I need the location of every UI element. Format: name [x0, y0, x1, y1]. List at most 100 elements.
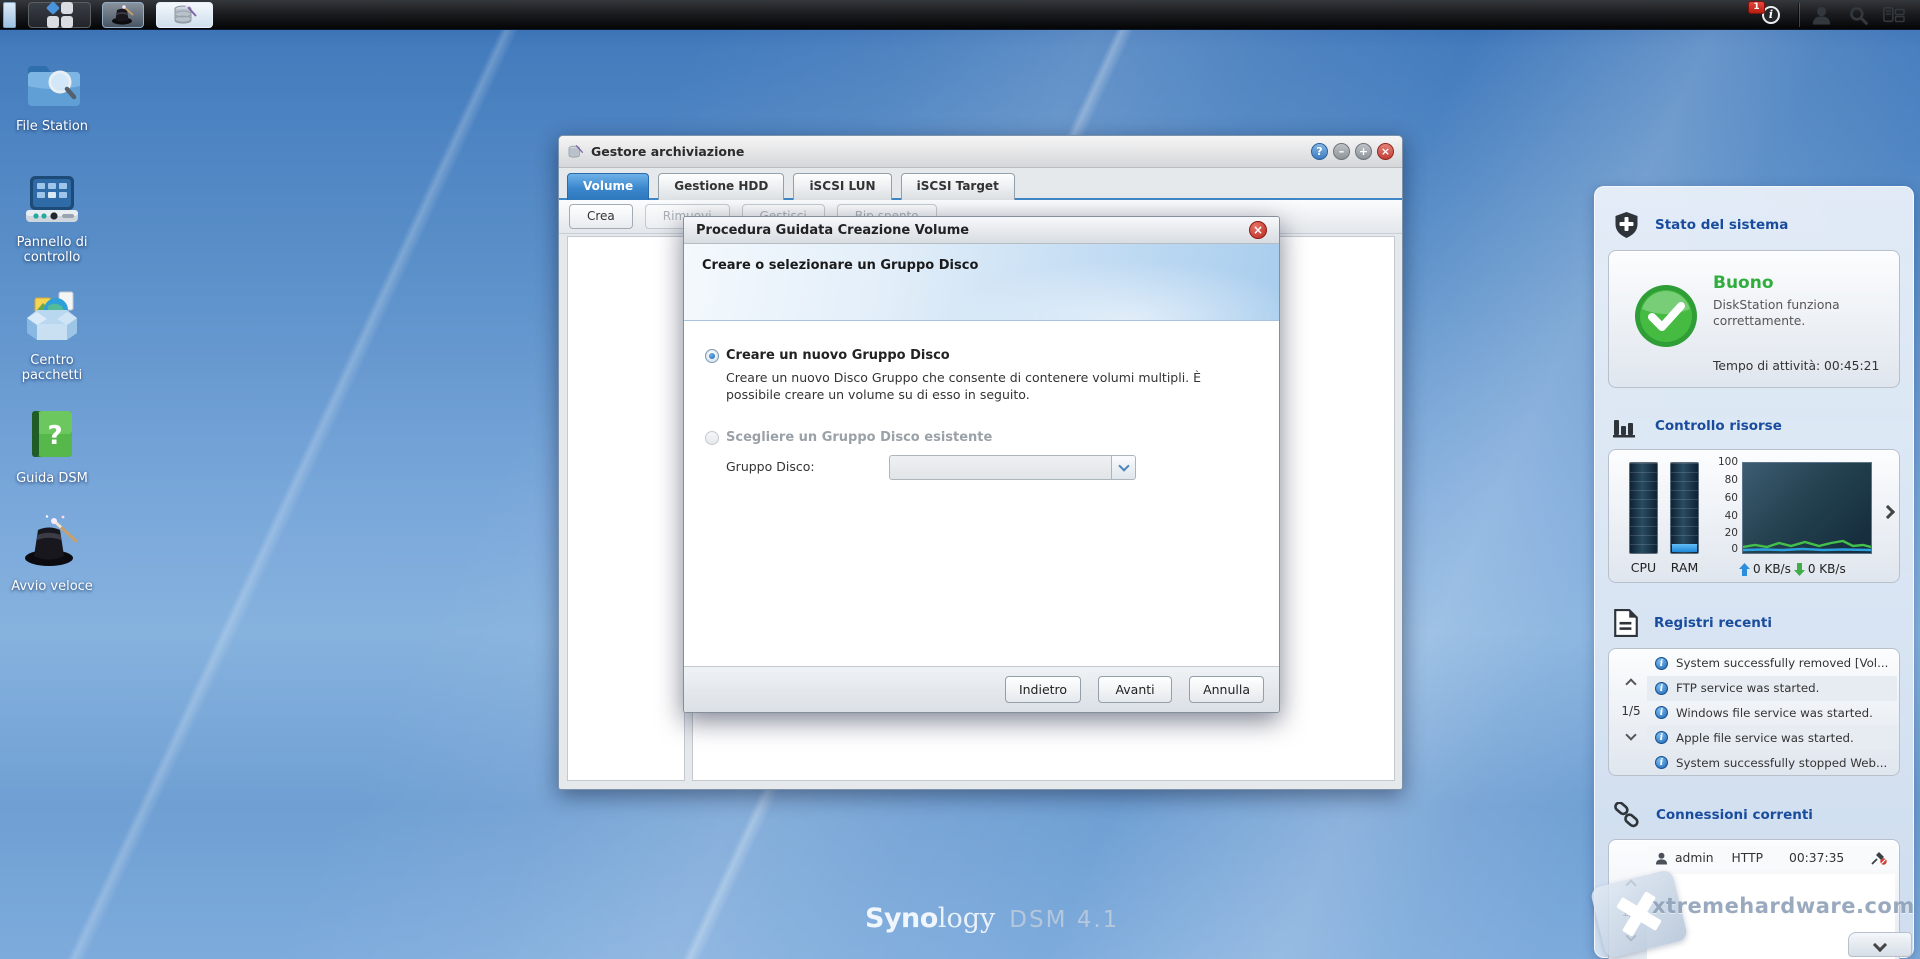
desktop-icon-label: Avvio veloce: [11, 579, 93, 594]
main-menu-icon: [45, 1, 73, 28]
resource-monitor-header: Controllo risorse: [1595, 394, 1913, 446]
system-status-card: Buono DiskStation funziona correttamente…: [1608, 250, 1900, 388]
notification-button[interactable]: i 1: [1748, 1, 1794, 28]
window-help-button[interactable]: ?: [1311, 143, 1328, 160]
desktop-icon-label: Pannello di controllo: [16, 235, 88, 265]
recent-logs-title: Registri recenti: [1654, 615, 1772, 631]
tab-gestione-hdd[interactable]: Gestione HDD: [658, 173, 785, 200]
log-text: Apple file service was started.: [1676, 730, 1854, 745]
desktop: i 1 File Station Pannello di controllo C…: [0, 0, 1920, 959]
tab-iscsi-lun[interactable]: iSCSI LUN: [793, 173, 892, 200]
dsm-version: DSM 4.1: [1009, 907, 1120, 933]
log-text: Windows file service was started.: [1676, 705, 1873, 720]
brand-bold: Syno: [865, 903, 938, 934]
resource-monitor-title: Controllo risorse: [1655, 418, 1782, 434]
disk-group-field-label: Gruppo Disco:: [726, 459, 815, 474]
dialog-heading: Creare o selezionare un Gruppo Disco: [702, 258, 979, 273]
cancel-button[interactable]: Annulla: [1189, 676, 1264, 703]
chart-tick: 60: [1724, 492, 1738, 504]
taskbar-divider: [1799, 3, 1800, 27]
log-text: System successfully removed [Vol...: [1676, 656, 1889, 671]
volume-creation-wizard-dialog: Procedura Guidata Creazione Volume × Cre…: [683, 216, 1280, 713]
next-button[interactable]: Avanti: [1098, 676, 1173, 703]
chart-tick: 20: [1724, 527, 1738, 539]
ram-gauge: [1670, 462, 1699, 554]
log-text: FTP service was started.: [1676, 681, 1820, 696]
window-minimize-button[interactable]: –: [1333, 143, 1350, 160]
upload-speed: 0 KB/s: [1753, 562, 1791, 576]
connection-time: 00:37:35: [1789, 851, 1845, 865]
desktop-icon-label: File Station: [15, 119, 89, 134]
window-close-button[interactable]: ×: [1377, 143, 1394, 160]
tab-iscsi-target[interactable]: iSCSI Target: [900, 173, 1015, 200]
desktop-icon-label: Guida DSM: [16, 471, 88, 486]
info-icon: i: [1655, 656, 1668, 670]
connection-protocol: HTTP: [1731, 851, 1763, 865]
volume-list-panel: [567, 236, 685, 781]
uptime-label: Tempo di attività:: [1713, 359, 1821, 373]
desktop-icon-label: Centro pacchetti: [21, 353, 83, 383]
cpu-gauge: [1629, 462, 1658, 554]
magic-hat-icon: [112, 5, 134, 25]
quick-launch-button[interactable]: [102, 2, 144, 28]
log-text: System successfully stopped Web...: [1676, 755, 1888, 770]
taskbar: i 1: [0, 0, 1920, 30]
chevron-down-icon: [1117, 460, 1130, 472]
desktop-icon-quick-start[interactable]: Avvio veloce: [8, 514, 96, 594]
status-ok-icon: [1635, 285, 1697, 347]
disconnect-button[interactable]: [1871, 851, 1887, 865]
dialog-titlebar[interactable]: Procedura Guidata Creazione Volume ×: [684, 217, 1279, 244]
option-new-label: Creare un nuovo Gruppo Disco: [726, 348, 950, 363]
dialog-close-button[interactable]: ×: [1249, 221, 1267, 239]
svg-text:?: ?: [47, 421, 62, 451]
radio-create-new-disk-group[interactable]: [705, 349, 719, 363]
desktop-icon-file-station[interactable]: File Station: [8, 58, 96, 134]
radio-choose-existing-disk-group: [705, 431, 719, 445]
user-menu-button[interactable]: [1806, 3, 1836, 27]
chart-tick: 80: [1724, 474, 1738, 486]
create-button[interactable]: Crea: [569, 204, 633, 229]
uptime-value: 00:45:21: [1824, 359, 1880, 373]
download-speed: 0 KB/s: [1807, 562, 1846, 576]
window-title: Gestore archiviazione: [591, 144, 745, 159]
document-icon: [1614, 609, 1638, 637]
widget-panel: Stato del sistema Buono DiskStation funz…: [1594, 186, 1914, 959]
info-icon: i: [1655, 731, 1668, 745]
disk-group-dropdown: [889, 455, 1136, 480]
dialog-title: Procedura Guidata Creazione Volume: [696, 222, 970, 238]
desktop-icon-dsm-help[interactable]: ? Guida DSM: [8, 408, 96, 486]
info-icon: i: [1655, 706, 1668, 720]
pilot-view-button[interactable]: [1878, 3, 1910, 27]
desktop-icon-package-center[interactable]: Centro pacchetti: [8, 290, 96, 383]
connection-user: admin: [1675, 851, 1714, 865]
magic-hat-icon: [25, 515, 79, 566]
log-row: i FTP service was started.: [1647, 675, 1897, 701]
uptime-line: Tempo di attività: 00:45:21: [1713, 359, 1879, 373]
show-desktop-button[interactable]: [3, 2, 16, 28]
widget-collapse-tab[interactable]: [1848, 932, 1912, 957]
log-row: i Windows file service was started.: [1647, 701, 1897, 726]
shield-icon: [1615, 212, 1638, 238]
brand-serif: logy: [937, 903, 996, 934]
desktop-icon-control-panel[interactable]: Pannello di controllo: [8, 172, 96, 265]
storage-manager-task-button[interactable]: [156, 2, 213, 28]
dialog-body: Creare un nuovo Gruppo Disco Creare un n…: [684, 321, 1279, 667]
search-button[interactable]: [1843, 3, 1873, 27]
option-new-description: Creare un nuovo Disco Gruppo che consent…: [726, 370, 1202, 402]
storage-manager-icon: [174, 4, 197, 24]
main-menu-button[interactable]: [28, 1, 91, 28]
disconnect-plug-icon: [1871, 852, 1887, 865]
resource-expand-button[interactable]: [1880, 502, 1896, 521]
system-status-title: Stato del sistema: [1655, 217, 1789, 233]
tab-strip: Volume Gestione HDD iSCSI LUN iSCSI Targ…: [559, 168, 1402, 200]
recent-logs-header: Registri recenti: [1595, 589, 1913, 645]
logs-page-down-button[interactable]: [1625, 729, 1637, 741]
upload-arrow-icon: [1739, 562, 1750, 576]
window-titlebar[interactable]: Gestore archiviazione ? – + ×: [559, 136, 1402, 168]
tab-volume[interactable]: Volume: [567, 173, 650, 200]
current-connections-title: Connessioni correnti: [1656, 807, 1813, 823]
logs-page-up-button[interactable]: [1625, 678, 1637, 690]
help-book-icon: ?: [32, 411, 72, 457]
window-maximize-button[interactable]: +: [1355, 143, 1372, 160]
back-button[interactable]: Indietro: [1004, 676, 1082, 703]
